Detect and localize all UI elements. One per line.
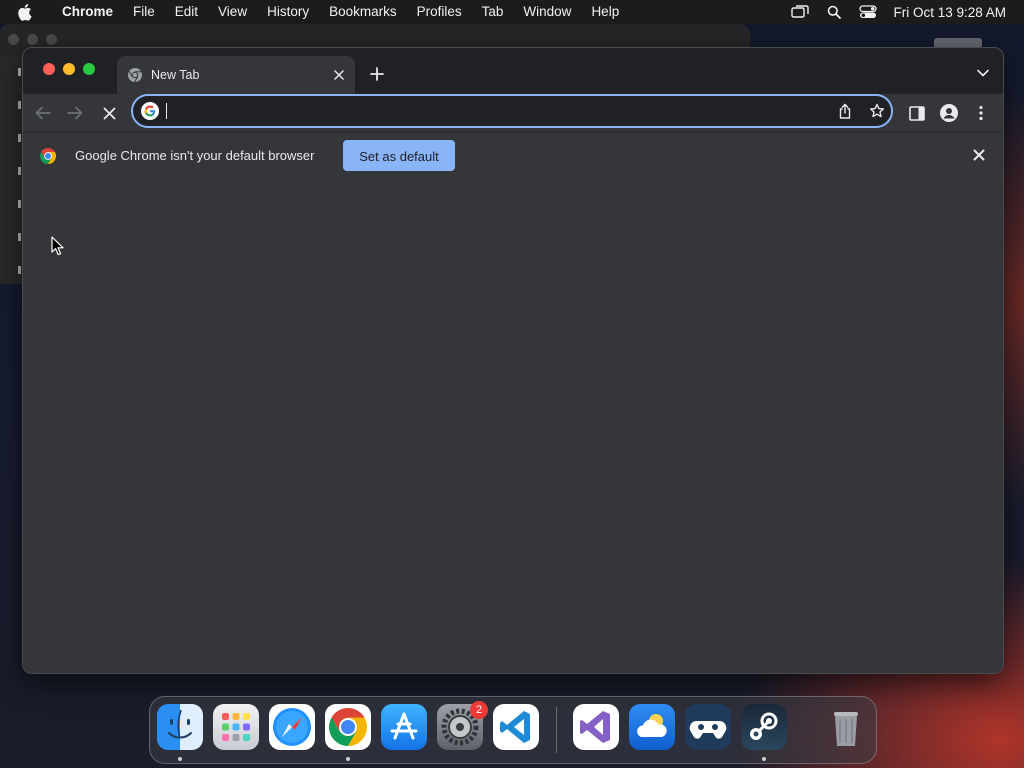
chrome-favicon-icon <box>127 67 143 83</box>
set-as-default-button[interactable]: Set as default <box>343 140 455 171</box>
text-caret <box>166 103 167 119</box>
chrome-window: New Tab Google Chrome isn't your default… <box>22 47 1004 674</box>
forward-arrow-icon[interactable] <box>65 103 85 123</box>
dock: 2 <box>149 696 877 764</box>
chrome-logo-icon <box>39 147 57 165</box>
system-settings-icon[interactable]: 2 <box>437 701 488 750</box>
background-window-traffic-lights <box>8 34 57 45</box>
page-content <box>23 178 1003 673</box>
close-window-button[interactable] <box>43 63 55 75</box>
spotlight-search-icon[interactable] <box>823 3 845 21</box>
menu-view[interactable]: View <box>208 0 257 24</box>
launchpad-icon[interactable] <box>213 704 259 750</box>
google-g-icon <box>141 102 159 120</box>
control-center-icon[interactable] <box>857 3 879 21</box>
finder-icon[interactable] <box>157 704 203 750</box>
app-store-icon[interactable] <box>381 704 427 750</box>
weather-icon[interactable] <box>629 704 675 750</box>
trash-icon[interactable] <box>823 704 869 750</box>
chrome-icon[interactable] <box>325 704 371 750</box>
default-browser-infobar: Google Chrome isn't your default browser… <box>23 132 1003 179</box>
menu-history[interactable]: History <box>257 0 319 24</box>
zoom-window-button[interactable] <box>83 63 95 75</box>
browser-toolbar <box>23 94 1003 132</box>
infobar-message: Google Chrome isn't your default browser <box>75 148 315 163</box>
minimize-window-button[interactable] <box>63 63 75 75</box>
profile-avatar-icon[interactable] <box>939 103 959 123</box>
vscode-icon[interactable] <box>493 704 539 750</box>
menu-bar-clock[interactable]: Fri Oct 13 9:28 AM <box>893 5 1006 20</box>
tab-title: New Tab <box>151 68 200 82</box>
system-settings-badge: 2 <box>470 701 488 719</box>
mouse-pointer-icon <box>51 236 64 256</box>
menu-app-name[interactable]: Chrome <box>52 0 123 24</box>
game-controller-icon[interactable] <box>685 704 731 750</box>
stop-loading-icon[interactable] <box>99 103 119 123</box>
more-vertical-dots-icon[interactable] <box>971 103 991 123</box>
visual-studio-icon[interactable] <box>573 704 619 750</box>
finder-running-indicator <box>178 757 182 761</box>
side-panel-icon[interactable] <box>907 103 927 123</box>
address-bar-input[interactable] <box>165 100 805 122</box>
close-tab-icon[interactable] <box>331 67 347 83</box>
steam-icon[interactable] <box>741 704 787 750</box>
background-window-sidebar <box>0 56 22 284</box>
close-infobar-icon[interactable] <box>971 147 987 163</box>
tab-new-tab[interactable]: New Tab <box>117 56 355 94</box>
menu-edit[interactable]: Edit <box>165 0 208 24</box>
address-bar[interactable] <box>131 94 893 128</box>
menu-help[interactable]: Help <box>581 0 629 24</box>
new-tab-plus-icon[interactable] <box>367 64 387 84</box>
bookmark-star-icon[interactable] <box>869 103 885 119</box>
safari-icon[interactable] <box>269 704 315 750</box>
steam-running-indicator <box>762 757 766 761</box>
back-arrow-icon[interactable] <box>33 103 53 123</box>
apple-menu-icon[interactable] <box>16 2 36 22</box>
tab-strip: New Tab <box>23 48 1003 94</box>
dock-separator <box>556 707 557 753</box>
chrome-running-indicator <box>346 757 350 761</box>
menu-bar: Chrome File Edit View History Bookmarks … <box>0 0 1024 24</box>
menu-tab[interactable]: Tab <box>472 0 514 24</box>
screen-mirroring-icon[interactable] <box>789 3 811 21</box>
menu-profiles[interactable]: Profiles <box>407 0 472 24</box>
window-traffic-lights <box>43 63 95 75</box>
menu-file[interactable]: File <box>123 0 165 24</box>
menu-bookmarks[interactable]: Bookmarks <box>319 0 407 24</box>
menu-window[interactable]: Window <box>513 0 581 24</box>
share-icon[interactable] <box>837 103 853 119</box>
tab-search-chevron-down-icon[interactable] <box>975 65 991 81</box>
